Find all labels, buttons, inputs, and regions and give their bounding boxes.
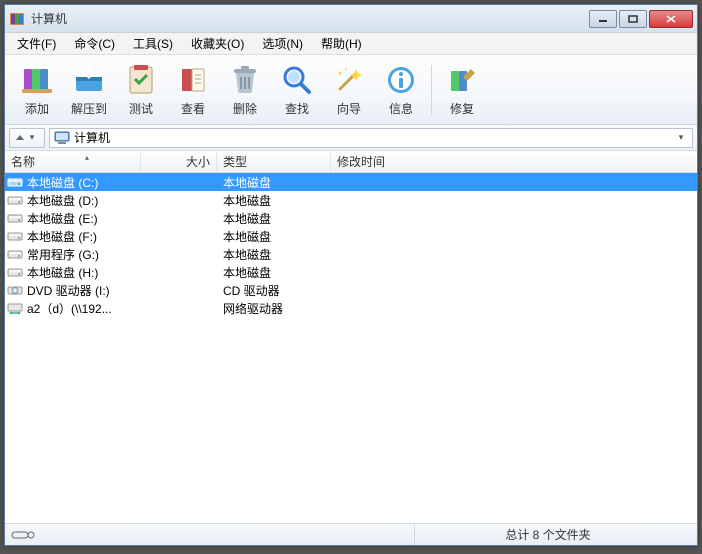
repair-icon [445, 63, 479, 97]
cell-type: 本地磁盘 [217, 264, 331, 281]
repair-label: 修复 [450, 100, 474, 117]
menu-options[interactable]: 选项(N) [254, 33, 311, 54]
close-button[interactable] [649, 10, 693, 28]
repair-button[interactable]: 修复 [436, 59, 488, 121]
view-button[interactable]: 查看 [167, 59, 219, 121]
toolbar-separator [431, 65, 432, 115]
toolbar: 添加 解压到 测试 查看 删除 查找 向导 信息 [5, 55, 697, 125]
info-button[interactable]: 信息 [375, 59, 427, 121]
wand-icon [332, 63, 366, 97]
table-row[interactable]: 本地磁盘 (H:) 本地磁盘 [5, 263, 697, 281]
cell-name: 本地磁盘 (F:) [5, 228, 141, 245]
titlebar: 计算机 [5, 5, 697, 33]
delete-button[interactable]: 删除 [219, 59, 271, 121]
status-left [5, 524, 415, 545]
app-window: 计算机 文件(F) 命令(C) 工具(S) 收藏夹(O) 选项(N) 帮助(H)… [4, 4, 698, 546]
header-type[interactable]: 类型 [217, 151, 331, 172]
cell-type: 本地磁盘 [217, 192, 331, 209]
path-label: 计算机 [74, 129, 110, 146]
cell-type: CD 驱动器 [217, 282, 331, 299]
cell-name: DVD 驱动器 (I:) [5, 282, 141, 299]
menu-file[interactable]: 文件(F) [9, 33, 64, 54]
app-icon [9, 11, 25, 27]
status-icon [11, 529, 35, 541]
path-field[interactable]: 计算机 ▾ [49, 128, 693, 148]
cell-type: 本地磁盘 [217, 174, 331, 191]
table-row[interactable]: 本地磁盘 (C:) 本地磁盘 [5, 173, 697, 191]
cell-type: 本地磁盘 [217, 228, 331, 245]
cell-name: a2（d）(\\192... [5, 300, 141, 317]
sort-indicator-icon: ▴ [85, 153, 89, 162]
column-headers: 名称 ▴ 大小 类型 修改时间 [5, 151, 697, 173]
table-row[interactable]: a2（d）(\\192... 网络驱动器 [5, 299, 697, 317]
menu-help[interactable]: 帮助(H) [313, 33, 370, 54]
cell-type: 本地磁盘 [217, 246, 331, 263]
extract-button[interactable]: 解压到 [63, 59, 115, 121]
extract-icon [72, 63, 106, 97]
file-list[interactable]: 本地磁盘 (C:)本地磁盘本地磁盘 (D:)本地磁盘本地磁盘 (E:)本地磁盘本… [5, 173, 697, 523]
cell-name: 本地磁盘 (H:) [5, 264, 141, 281]
up-button[interactable]: ▾ [9, 128, 45, 148]
trash-icon [228, 63, 262, 97]
delete-label: 删除 [233, 100, 257, 117]
search-icon [280, 63, 314, 97]
find-label: 查找 [285, 100, 309, 117]
table-row[interactable]: 常用程序 (G:) 本地磁盘 [5, 245, 697, 263]
cell-name: 本地磁盘 (D:) [5, 192, 141, 209]
pathbar: ▾ 计算机 ▾ [5, 125, 697, 151]
table-row[interactable]: 本地磁盘 (E:) 本地磁盘 [5, 209, 697, 227]
cell-name: 常用程序 (G:) [5, 246, 141, 263]
wizard-button[interactable]: 向导 [323, 59, 375, 121]
header-name[interactable]: 名称 ▴ [5, 151, 141, 172]
table-row[interactable]: 本地磁盘 (F:) 本地磁盘 [5, 227, 697, 245]
maximize-icon [628, 15, 638, 23]
cell-type: 本地磁盘 [217, 210, 331, 227]
window-title: 计算机 [31, 10, 589, 27]
status-summary: 总计 8 个文件夹 [415, 526, 681, 543]
info-icon [384, 63, 418, 97]
cell-name: 本地磁盘 (C:) [5, 174, 141, 191]
chevron-down-icon: ▾ [25, 132, 39, 143]
view-label: 查看 [181, 100, 205, 117]
find-button[interactable]: 查找 [271, 59, 323, 121]
test-label: 测试 [129, 100, 153, 117]
maximize-button[interactable] [619, 10, 647, 28]
test-icon [124, 63, 158, 97]
window-controls [589, 10, 693, 28]
minimize-icon [598, 15, 608, 23]
cell-type: 网络驱动器 [217, 300, 331, 317]
cell-name: 本地磁盘 (E:) [5, 210, 141, 227]
header-name-label: 名称 [11, 153, 35, 170]
up-arrow-icon [15, 133, 25, 143]
menu-favorites[interactable]: 收藏夹(O) [183, 33, 252, 54]
add-button[interactable]: 添加 [11, 59, 63, 121]
extract-label: 解压到 [71, 100, 107, 117]
add-label: 添加 [25, 100, 49, 117]
info-label: 信息 [389, 100, 413, 117]
books-icon [20, 63, 54, 97]
close-icon [666, 15, 676, 23]
test-button[interactable]: 测试 [115, 59, 167, 121]
menubar: 文件(F) 命令(C) 工具(S) 收藏夹(O) 选项(N) 帮助(H) [5, 33, 697, 55]
wizard-label: 向导 [337, 100, 361, 117]
menu-tools[interactable]: 工具(S) [125, 33, 181, 54]
table-row[interactable]: 本地磁盘 (D:) 本地磁盘 [5, 191, 697, 209]
computer-icon [54, 131, 70, 145]
header-date[interactable]: 修改时间 [331, 151, 457, 172]
table-row[interactable]: DVD 驱动器 (I:) CD 驱动器 [5, 281, 697, 299]
view-icon [176, 63, 210, 97]
minimize-button[interactable] [589, 10, 617, 28]
menu-commands[interactable]: 命令(C) [66, 33, 123, 54]
path-dropdown-icon[interactable]: ▾ [674, 132, 688, 143]
statusbar: 总计 8 个文件夹 [5, 523, 697, 545]
header-size[interactable]: 大小 [141, 151, 217, 172]
